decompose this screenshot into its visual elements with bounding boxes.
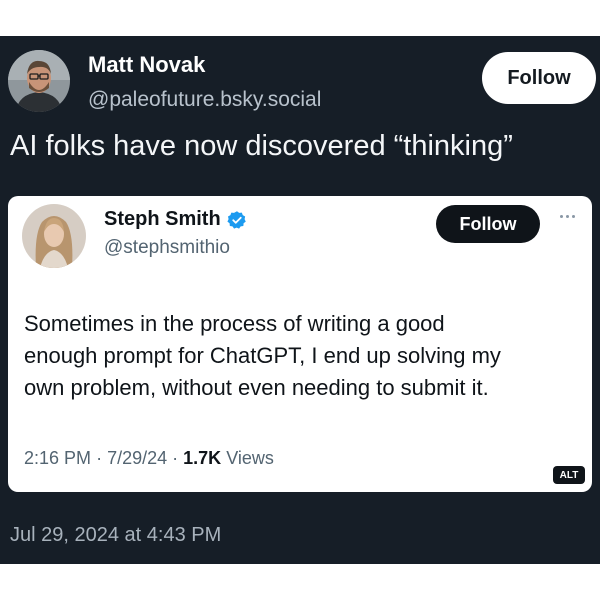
quoted-post-views-count: 1.7K xyxy=(183,448,222,468)
quoted-post-text-line: own problem, without even needing to sub… xyxy=(24,375,489,400)
bluesky-post: Matt Novak @paleofuture.bsky.social Foll… xyxy=(0,36,600,564)
verified-badge-icon xyxy=(227,210,246,229)
quoted-post-meta: 2:16 PM · 7/29/24 · 1.7K Views xyxy=(24,448,274,469)
quoted-follow-button: Follow xyxy=(436,205,540,243)
post-text: AI folks have now discovered “thinking” xyxy=(10,130,513,162)
quoted-author-name: Steph Smith xyxy=(104,208,221,230)
quoted-post-time: 2:16 PM xyxy=(24,448,92,468)
quoted-post-views-label: Views xyxy=(226,448,274,468)
author-handle[interactable]: @paleofuture.bsky.social xyxy=(88,88,321,112)
author-name[interactable]: Matt Novak xyxy=(88,52,205,78)
post-timestamp[interactable]: Jul 29, 2024 at 4:43 PM xyxy=(10,524,221,547)
quoted-author-name-row: Steph Smith xyxy=(104,208,247,231)
quoted-post-image[interactable]: Steph Smith @stephsmithio Follow Sometim… xyxy=(8,196,592,492)
quoted-post-text: Sometimes in the process of writing a go… xyxy=(24,308,584,404)
meta-separator: · xyxy=(96,448,108,468)
quoted-author-avatar xyxy=(22,204,86,268)
author-avatar[interactable] xyxy=(8,50,70,112)
quoted-post-text-line: enough prompt for ChatGPT, I end up solv… xyxy=(24,343,501,368)
quoted-post-date: 7/29/24 xyxy=(107,448,168,468)
alt-text-badge[interactable]: ALT xyxy=(553,466,585,484)
quoted-author-handle: @stephsmithio xyxy=(104,237,230,258)
meta-separator: · xyxy=(172,448,184,468)
follow-button[interactable]: Follow xyxy=(482,52,596,104)
more-options-icon xyxy=(552,206,582,226)
quoted-post-text-line: Sometimes in the process of writing a go… xyxy=(24,311,445,336)
